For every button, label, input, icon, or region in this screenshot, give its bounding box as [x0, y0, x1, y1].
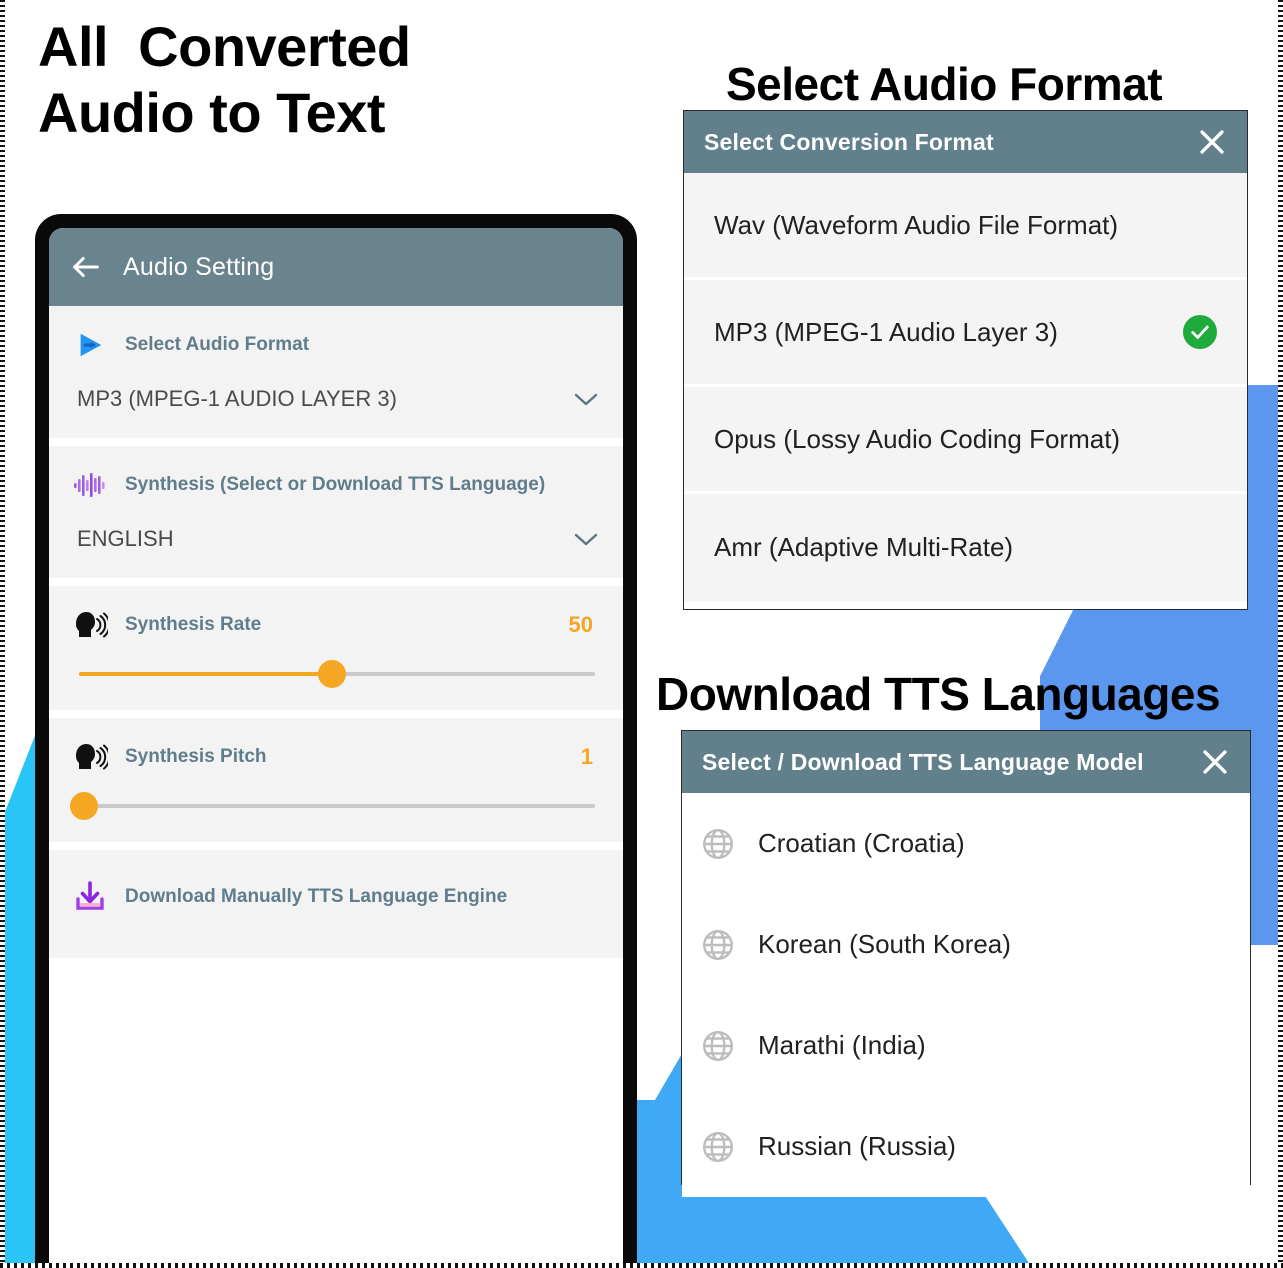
spinner-audio-format[interactable]: MP3 (MPEG-1 AUDIO LAYER 3)	[49, 366, 623, 438]
tts-language-label: Korean (South Korea)	[758, 929, 1011, 959]
setting-header-audio-format: Select Audio Format	[49, 306, 623, 366]
dialog-title-bar: Select / Download TTS Language Model	[682, 731, 1250, 793]
app-bar: Audio Setting	[49, 228, 623, 306]
setting-card-download-engine[interactable]: Download Manually TTS Language Engine	[49, 850, 623, 958]
image-edge-right	[1278, 0, 1283, 1268]
setting-card-synthesis-language: Synthesis (Select or Download TTS Langua…	[49, 446, 623, 578]
dialog-title-bar: Select Conversion Format	[684, 111, 1247, 173]
download-engine-row[interactable]: Download Manually TTS Language Engine	[49, 850, 623, 958]
check-circle-icon	[1183, 315, 1217, 349]
tts-language-label: Marathi (India)	[758, 1030, 926, 1060]
tts-language-option-marathi[interactable]: Marathi (India)	[682, 995, 1250, 1096]
globe-icon	[700, 927, 736, 963]
dialog-select-download-tts-language: Select / Download TTS Language Model Cro…	[681, 730, 1251, 1197]
spinner-value-audio-format: MP3 (MPEG-1 AUDIO LAYER 3)	[77, 386, 397, 411]
format-option-label: Opus (Lossy Audio Coding Format)	[714, 423, 1121, 454]
setting-label-audio-format: Select Audio Format	[125, 334, 310, 355]
setting-label-synthesis-rate: Synthesis Rate	[125, 614, 262, 635]
slider-thumb[interactable]	[70, 792, 99, 820]
play-format-icon	[71, 328, 109, 362]
format-option-opus[interactable]: Opus (Lossy Audio Coding Format)	[684, 387, 1247, 494]
background-shape-cyan-left	[4, 728, 38, 1268]
slider-track[interactable]	[70, 792, 595, 820]
dialog-select-conversion-format: Select Conversion Format Wav (Waveform A…	[683, 110, 1248, 610]
spinner-synthesis-language[interactable]: ENGLISH	[49, 506, 623, 578]
app-bar-title: Audio Setting	[123, 252, 275, 281]
settings-list: Select Audio Format MP3 (MPEG-1 AUDIO LA…	[49, 306, 623, 958]
section-title-tts-languages: Download TTS Languages	[656, 668, 1221, 720]
setting-card-synthesis-pitch: Synthesis Pitch 1	[49, 718, 623, 842]
format-option-label: MP3 (MPEG-1 Audio Layer 3)	[714, 316, 1058, 347]
setting-card-synthesis-rate: Synthesis Rate 50	[49, 586, 623, 710]
slider-synthesis-rate[interactable]	[49, 646, 623, 710]
tts-language-option-korean[interactable]: Korean (South Korea)	[682, 894, 1250, 995]
format-option-label: Amr (Adaptive Multi-Rate)	[714, 532, 1014, 562]
setting-label-synthesis-language: Synthesis (Select or Download TTS Langua…	[125, 474, 546, 495]
value-synthesis-rate: 50	[568, 612, 593, 637]
format-option-wav[interactable]: Wav (Waveform Audio File Format)	[684, 173, 1247, 280]
format-option-label: Wav (Waveform Audio File Format)	[714, 209, 1119, 240]
setting-label-synthesis-pitch: Synthesis Pitch	[125, 746, 267, 767]
chevron-down-icon[interactable]	[573, 531, 599, 547]
phone-mockup: Audio Setting Select Audio Format MP3 (M…	[35, 214, 637, 1268]
setting-header-synthesis-rate: Synthesis Rate 50	[49, 586, 623, 646]
speaking-head-icon	[71, 740, 109, 774]
close-icon[interactable]	[1195, 125, 1229, 159]
slider-track[interactable]	[79, 660, 595, 688]
setting-header-synthesis-pitch: Synthesis Pitch 1	[49, 718, 623, 778]
image-edge-left	[0, 0, 5, 1268]
tts-language-label: Croatian (Croatia)	[758, 828, 965, 858]
dialog-title-tts: Select / Download TTS Language Model	[702, 748, 1144, 775]
value-synthesis-pitch: 1	[580, 744, 593, 769]
close-icon[interactable]	[1198, 745, 1232, 779]
chevron-down-icon[interactable]	[573, 391, 599, 407]
slider-thumb[interactable]	[317, 660, 346, 688]
tts-language-option-croatian[interactable]: Croatian (Croatia)	[682, 793, 1250, 894]
format-option-mp3[interactable]: MP3 (MPEG-1 Audio Layer 3)	[684, 280, 1247, 387]
download-icon	[71, 880, 109, 914]
spinner-value-synthesis-language: ENGLISH	[77, 526, 174, 551]
tts-language-option-russian[interactable]: Russian (Russia)	[682, 1096, 1250, 1197]
setting-card-audio-format: Select Audio Format MP3 (MPEG-1 AUDIO LA…	[49, 306, 623, 438]
globe-icon	[700, 1129, 736, 1165]
format-option-amr[interactable]: Amr (Adaptive Multi-Rate)	[684, 494, 1247, 601]
globe-icon	[700, 826, 736, 862]
tts-language-label: Russian (Russia)	[758, 1131, 956, 1161]
download-engine-label: Download Manually TTS Language Engine	[125, 886, 508, 907]
slider-synthesis-pitch[interactable]	[49, 778, 623, 842]
page-title: All Converted Audio to Text	[38, 15, 411, 144]
globe-icon	[700, 1028, 736, 1064]
back-arrow-icon[interactable]	[69, 250, 103, 284]
slider-fill	[79, 672, 332, 676]
image-edge-bottom	[0, 1263, 1283, 1268]
dialog-title-format: Select Conversion Format	[704, 128, 994, 155]
waveform-icon	[71, 468, 109, 502]
setting-header-synthesis-language: Synthesis (Select or Download TTS Langua…	[49, 446, 623, 506]
phone-screen: Audio Setting Select Audio Format MP3 (M…	[49, 228, 623, 1268]
speaking-head-icon	[71, 608, 109, 642]
section-title-audio-format: Select Audio Format	[726, 58, 1163, 110]
poster-canvas: All Converted Audio to Text Select Audio…	[0, 0, 1283, 1268]
